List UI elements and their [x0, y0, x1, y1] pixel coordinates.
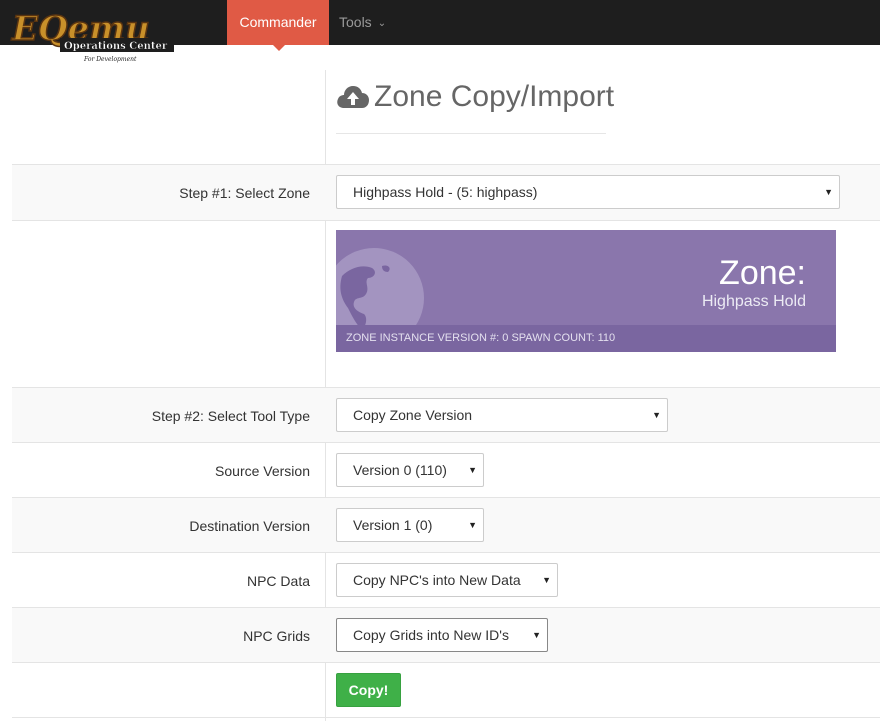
logo-sub-text: Operations Center: [64, 41, 168, 52]
zone-stats-footer: ZONE INSTANCE VERSION #: 0 SPAWN COUNT: …: [336, 325, 836, 352]
source-version-label: Source Version: [215, 463, 310, 479]
zone-select-value: Highpass Hold - (5: highpass): [353, 184, 538, 200]
tool-type-select[interactable]: Copy Zone Version ▼: [336, 398, 668, 432]
tool-type-select-value: Copy Zone Version: [353, 407, 473, 423]
active-indicator-icon: [273, 45, 285, 51]
nav-commander-label: Commander: [239, 14, 317, 30]
copy-row: [12, 662, 880, 718]
dropdown-arrow-icon: ▼: [532, 630, 541, 640]
npc-grids-label: NPC Grids: [243, 628, 310, 644]
dropdown-arrow-icon: ▼: [824, 187, 833, 197]
page-title: Zone Copy/Import: [374, 80, 615, 113]
npc-data-label: NPC Data: [246, 573, 310, 589]
zone-heading: Zone:: [719, 254, 806, 292]
chevron-down-icon: ⌄: [377, 18, 387, 29]
source-version-select[interactable]: Version 0 (110) ▼: [336, 453, 484, 487]
dropdown-arrow-icon: ▼: [468, 520, 477, 530]
dropdown-arrow-icon: ▼: [542, 575, 551, 585]
destination-version-select[interactable]: Version 1 (0) ▼: [336, 508, 484, 542]
zone-select[interactable]: Highpass Hold - (5: highpass) ▼: [336, 175, 840, 209]
npc-grids-select[interactable]: Copy Grids into New ID's ▼: [336, 618, 548, 652]
destination-version-label: Destination Version: [189, 518, 310, 534]
logo-tag-text: For Development: [83, 56, 137, 63]
npc-data-select[interactable]: Copy NPC's into New Data ▼: [336, 563, 558, 597]
top-navbar: EQemu Operations Center For Development …: [0, 0, 880, 63]
copy-button[interactable]: Copy!: [336, 673, 401, 707]
nav-tools-label: Tools: [339, 14, 372, 30]
source-version-value: Version 0 (110): [353, 462, 447, 478]
dropdown-arrow-icon: ▼: [468, 465, 477, 475]
npc-grids-value: Copy Grids into New ID's: [353, 627, 509, 643]
cloud-upload-icon: [337, 86, 369, 108]
destination-version-value: Version 1 (0): [353, 517, 433, 533]
page-header: Zone Copy/Import: [336, 78, 614, 134]
step1-label: Step #1: Select Zone: [179, 185, 310, 201]
nav-tools-dropdown[interactable]: Tools ⌄: [339, 0, 386, 45]
nav-commander[interactable]: Commander: [227, 0, 329, 51]
zone-name: Highpass Hold: [701, 293, 806, 310]
zone-info-card: Zone: Highpass Hold ZONE INSTANCE VERSIO…: [336, 230, 836, 352]
npc-data-value: Copy NPC's into New Data: [353, 572, 521, 588]
dropdown-arrow-icon: ▼: [652, 410, 661, 420]
eqemu-logo[interactable]: EQemu Operations Center For Development: [8, 2, 178, 64]
step2-label: Step #2: Select Tool Type: [151, 408, 310, 424]
